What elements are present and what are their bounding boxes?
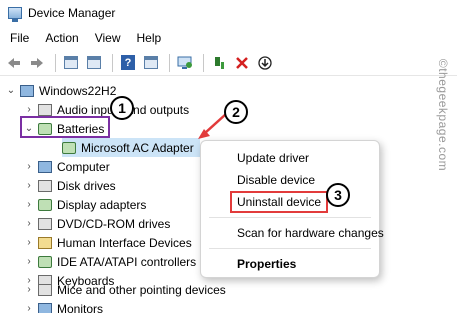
- step-badge-3: 3: [326, 183, 350, 207]
- step-badge-2: 2: [224, 100, 248, 124]
- watermark: ©thegeekpage.com: [436, 58, 450, 172]
- step-badge-1: 1: [110, 96, 134, 120]
- pointer-arrow: [198, 113, 227, 139]
